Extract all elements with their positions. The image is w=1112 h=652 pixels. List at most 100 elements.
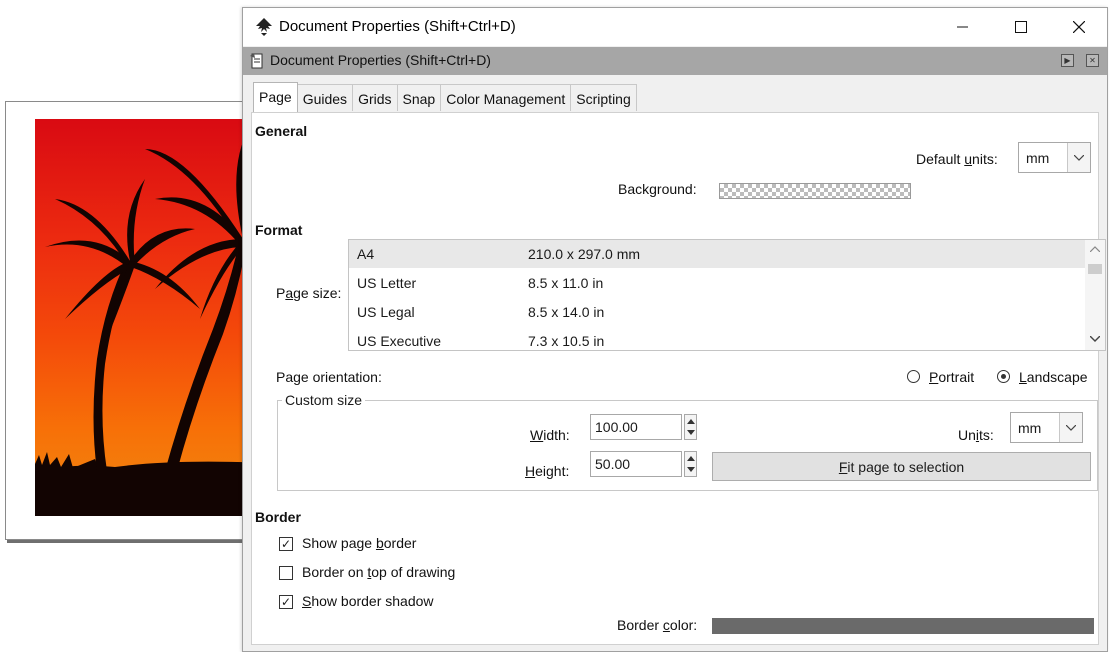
border-on-top-post: op of drawing — [371, 564, 456, 580]
page-size-label: Page size: — [276, 285, 341, 301]
palm-tree-silhouette — [35, 119, 265, 516]
border-color-u: c — [662, 617, 670, 633]
landscape-label[interactable]: Landscape — [1019, 369, 1088, 385]
border-color-swatch[interactable] — [712, 618, 1094, 634]
page-size-list[interactable]: A4 210.0 x 297.0 mm US Letter 8.5 x 11.0… — [348, 239, 1106, 351]
fit-label-post: it page to selection — [847, 458, 965, 475]
panel-header[interactable]: Document Properties (Shift+Ctrl+D) ▶ ✕ — [243, 47, 1107, 75]
page-size-name: US Legal — [357, 304, 415, 320]
chevron-down-icon — [1067, 143, 1090, 172]
page-size-label-pre: P — [276, 285, 286, 301]
portrait-label[interactable]: Portrait — [929, 369, 974, 385]
scrollbar-thumb[interactable] — [1088, 264, 1102, 274]
height-label-u: H — [525, 463, 536, 479]
page-size-name: US Executive — [357, 333, 442, 349]
tab-guides[interactable]: Guides — [296, 84, 354, 111]
fit-page-to-selection-button[interactable]: Fit page to selection — [712, 452, 1091, 481]
tab-snap[interactable]: Snap — [396, 84, 442, 111]
tab-grids[interactable]: Grids — [352, 84, 398, 111]
default-units-label-u: u — [964, 151, 973, 167]
units-label-pre: Un — [958, 427, 976, 443]
border-color-post: olor: — [669, 617, 698, 633]
panel-title: Document Properties (Shift+Ctrl+D) — [270, 52, 491, 68]
tab-color-management[interactable]: Color Management — [440, 84, 572, 111]
show-page-border-label[interactable]: Show page border — [302, 535, 416, 551]
format-heading: Format — [255, 222, 303, 238]
maximize-button[interactable] — [992, 8, 1050, 46]
chevron-up-icon[interactable] — [1090, 246, 1100, 252]
panel-float-button[interactable]: ▶ — [1061, 54, 1074, 67]
page-size-row-a4[interactable]: A4 210.0 x 297.0 mm — [349, 240, 1085, 268]
units-value: mm — [1018, 419, 1042, 436]
portrait-radio[interactable] — [907, 370, 920, 383]
minimize-icon — [957, 26, 968, 28]
page-tab-content: General Default units: mm Background: Fo… — [251, 112, 1106, 645]
document-properties-icon — [249, 52, 265, 70]
default-units-label-pre: Default — [916, 151, 965, 167]
play-icon: ▶ — [1064, 56, 1071, 65]
background-label: Background: — [618, 181, 697, 197]
increment-icon[interactable] — [686, 416, 695, 427]
chevron-down-icon — [1059, 413, 1082, 442]
close-icon: ✕ — [1089, 56, 1096, 65]
decrement-icon[interactable] — [686, 427, 695, 438]
page-orientation-label: Page orientation: — [276, 369, 382, 385]
width-stepper[interactable] — [684, 414, 697, 440]
landscape-label-u: L — [1019, 369, 1027, 385]
width-value: 100.00 — [595, 419, 638, 435]
height-value: 50.00 — [595, 456, 631, 472]
maximize-icon — [1015, 21, 1027, 33]
border-color-pre: Border — [617, 617, 663, 633]
page-size-name: A4 — [357, 246, 375, 262]
palm-sunset-image[interactable] — [35, 119, 265, 516]
show-border-shadow-u: S — [302, 593, 312, 609]
page-size-dims: 8.5 x 11.0 in — [528, 275, 604, 291]
height-stepper[interactable] — [684, 451, 697, 477]
show-page-border-post: order — [383, 535, 417, 551]
landscape-radio[interactable] — [997, 370, 1010, 383]
page-size-dims: 7.3 x 10.5 in — [528, 333, 605, 349]
page-size-label-post: ge size: — [293, 285, 342, 301]
border-on-top-checkbox[interactable] — [279, 566, 293, 580]
page-size-label-u: a — [285, 285, 294, 301]
show-border-shadow-post: how border shadow — [311, 593, 434, 609]
page-size-dims: 210.0 x 297.0 mm — [528, 246, 641, 262]
document-properties-dialog: Document Properties (Shift+Ctrl+D) Docum… — [242, 7, 1108, 652]
panel-close-button[interactable]: ✕ — [1086, 54, 1099, 67]
page-size-dims: 8.5 x 14.0 in — [528, 304, 605, 320]
show-border-shadow-checkbox[interactable]: ✓ — [279, 595, 293, 609]
page-size-scrollbar[interactable] — [1085, 240, 1105, 350]
units-label-post: ts: — [979, 427, 994, 443]
width-label-post: idth: — [543, 427, 570, 443]
minimize-button[interactable] — [934, 8, 992, 46]
title-bar[interactable]: Document Properties (Shift+Ctrl+D) — [243, 8, 1107, 46]
increment-icon[interactable] — [686, 453, 695, 464]
inkscape-icon — [254, 17, 274, 37]
tab-page[interactable]: Page — [253, 82, 298, 112]
general-heading: General — [255, 123, 308, 139]
show-border-shadow-label[interactable]: Show border shadow — [302, 593, 434, 609]
show-page-border-checkbox[interactable]: ✓ — [279, 537, 293, 551]
tab-bar: Page Guides Grids Snap Color Management … — [253, 82, 637, 112]
page-size-row-us-legal[interactable]: US Legal 8.5 x 14.0 in — [349, 298, 1085, 326]
background-color-swatch[interactable] — [719, 183, 911, 199]
page-size-row-us-executive[interactable]: US Executive 7.3 x 10.5 in — [349, 327, 1085, 350]
decrement-icon[interactable] — [686, 464, 695, 475]
default-units-select[interactable]: mm — [1018, 142, 1091, 173]
custom-size-legend: Custom size — [282, 392, 366, 408]
chevron-down-icon[interactable] — [1090, 336, 1100, 342]
border-color-label: Border color: — [617, 617, 697, 633]
tab-scripting[interactable]: Scripting — [570, 84, 637, 111]
close-icon — [1073, 21, 1085, 33]
units-select[interactable]: mm — [1010, 412, 1083, 443]
border-on-top-pre: Border on — [302, 564, 368, 580]
close-button[interactable] — [1050, 8, 1108, 46]
show-page-border-u: b — [375, 535, 384, 551]
border-on-top-label[interactable]: Border on top of drawing — [302, 564, 455, 580]
width-label: Width: — [530, 427, 570, 443]
width-input[interactable]: 100.00 — [590, 414, 682, 440]
height-label: Height: — [525, 463, 569, 479]
width-label-u: W — [530, 427, 544, 443]
height-input[interactable]: 50.00 — [590, 451, 682, 477]
page-size-row-us-letter[interactable]: US Letter 8.5 x 11.0 in — [349, 269, 1085, 297]
